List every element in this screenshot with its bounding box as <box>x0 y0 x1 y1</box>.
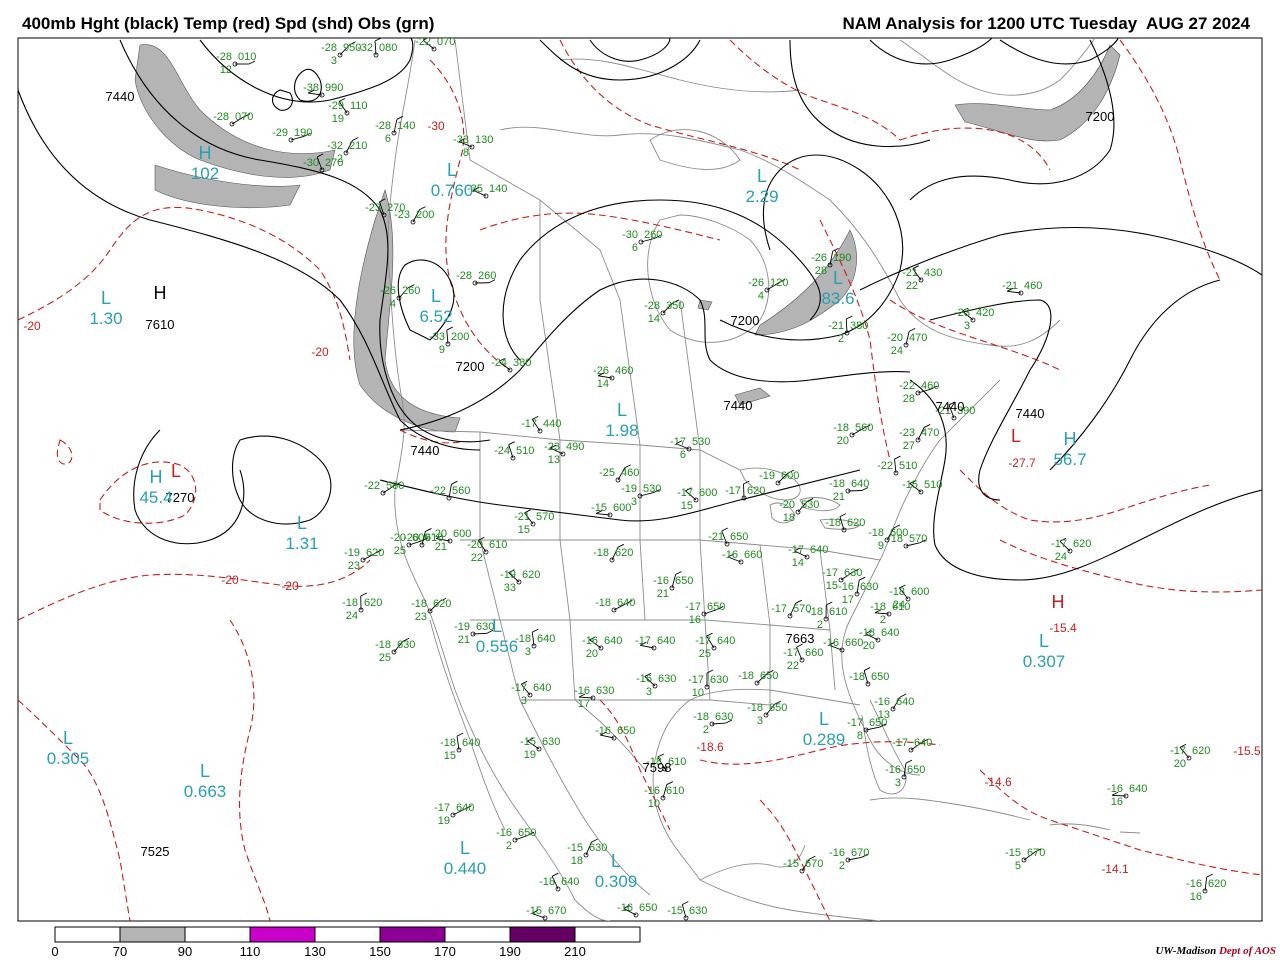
colorbar-swatch <box>379 926 446 943</box>
colorbar-tick-label: 150 <box>369 944 391 959</box>
credit-label: UW-Madison Dept of AOS <box>1155 945 1276 957</box>
colorbar-tick-label: 90 <box>178 944 192 959</box>
colorbar-tick-label: 130 <box>304 944 326 959</box>
colorbar-swatch <box>184 926 251 943</box>
colorbar-tick-label: 170 <box>434 944 456 959</box>
colorbar-swatch <box>509 926 576 943</box>
colorbar-tick-label: 110 <box>240 944 261 959</box>
colorbar-tick-label: 190 <box>499 944 521 959</box>
credit-name: UW-Madison <box>1155 945 1217 957</box>
colorbar-tick-label: 0 <box>51 944 58 959</box>
colorbar-tick-label: 70 <box>113 944 127 959</box>
speed-colorbar: 0 70 90 110 130 150 170 190 210 <box>51 926 641 959</box>
colorbar-tick-label: 210 <box>564 944 586 959</box>
colorbar-swatch <box>314 926 381 943</box>
colorbar-swatch <box>249 926 316 943</box>
colorbar-swatch <box>444 926 511 943</box>
colorbar-swatch <box>574 926 641 943</box>
credit-dept: Dept of AOS <box>1218 945 1276 957</box>
colorbar-swatch <box>54 926 121 943</box>
colorbar-swatch <box>119 926 186 943</box>
